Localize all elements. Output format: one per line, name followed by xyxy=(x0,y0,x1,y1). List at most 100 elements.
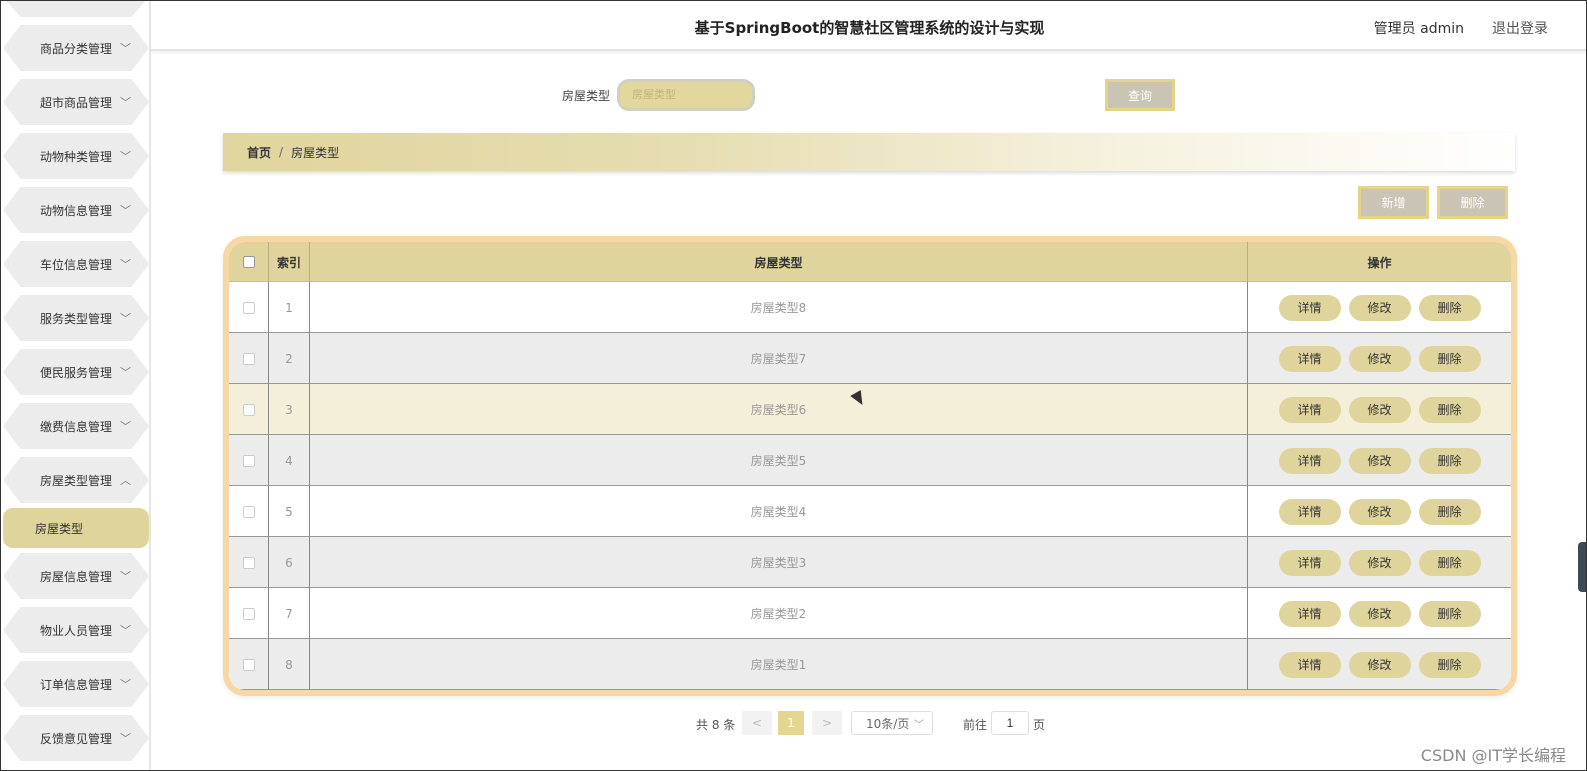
sidebar-item-label: 物业人员管理 xyxy=(39,623,112,638)
sidebar-item-payment[interactable]: 缴费信息管理 ﹀ xyxy=(3,403,149,449)
delete-button[interactable]: 删除 xyxy=(1418,600,1481,627)
side-floating-tab[interactable] xyxy=(1578,542,1586,592)
delete-button[interactable]: 删除 xyxy=(1418,498,1481,525)
detail-button[interactable]: 详情 xyxy=(1278,447,1341,474)
detail-button[interactable]: 详情 xyxy=(1278,549,1341,576)
edit-button[interactable]: 修改 xyxy=(1348,294,1411,321)
sidebar-item-goods-category[interactable]: 商品分类管理 ﹀ xyxy=(3,25,149,71)
page-size-select[interactable]: 10条/页 ﹀ xyxy=(851,711,933,735)
edit-button[interactable]: 修改 xyxy=(1348,345,1411,372)
current-user: 管理员 admin xyxy=(1373,21,1464,37)
sidebar-item-house-info[interactable]: 房屋信息管理 ﹀ xyxy=(3,553,149,599)
page-title: 基于SpringBoot的智慧社区管理系统的设计与实现 xyxy=(694,19,1045,37)
row-operations: 详情 修改 删除 xyxy=(1248,333,1511,384)
next-page-button[interactable]: > xyxy=(812,711,842,735)
edit-button[interactable]: 修改 xyxy=(1348,600,1411,627)
delete-button[interactable]: 删除 xyxy=(1418,549,1481,576)
sidebar-item-market-goods[interactable]: 超市商品管理 ﹀ xyxy=(3,79,149,125)
edit-button[interactable]: 修改 xyxy=(1348,549,1411,576)
query-button[interactable]: 查询 xyxy=(1105,79,1175,111)
house-type-search-input[interactable] xyxy=(617,79,755,111)
add-button[interactable]: 新增 xyxy=(1358,186,1429,219)
row-index: 5 xyxy=(269,486,310,537)
chevron-down-icon: ﹀ xyxy=(120,678,131,691)
detail-button[interactable]: 详情 xyxy=(1278,498,1341,525)
sidebar-item-staff[interactable]: 物业人员管理 ﹀ xyxy=(3,607,149,653)
page-number-current[interactable]: 1 xyxy=(778,711,804,735)
row-operations: 详情 修改 删除 xyxy=(1248,486,1511,537)
edit-button[interactable]: 修改 xyxy=(1348,651,1411,678)
chevron-down-icon: ﹀ xyxy=(120,204,131,217)
sidebar-item-service-type[interactable]: 服务类型管理 ﹀ xyxy=(3,295,149,341)
delete-button[interactable]: 删除 xyxy=(1418,294,1481,321)
row-checkbox[interactable] xyxy=(242,658,255,671)
delete-button[interactable]: 删除 xyxy=(1418,396,1481,423)
row-house-type: 房屋类型2 xyxy=(310,588,1248,639)
sidebar-item-label: 动物信息管理 xyxy=(39,203,112,218)
header-select-all[interactable] xyxy=(229,242,269,282)
row-checkbox-cell[interactable] xyxy=(229,639,269,690)
row-checkbox-cell[interactable] xyxy=(229,384,269,435)
detail-button[interactable]: 详情 xyxy=(1278,345,1341,372)
row-operations: 详情 修改 删除 xyxy=(1248,282,1511,333)
row-checkbox-cell[interactable] xyxy=(229,588,269,639)
edit-button[interactable]: 修改 xyxy=(1348,447,1411,474)
sidebar-top-edge xyxy=(3,1,149,17)
delete-button[interactable]: 删除 xyxy=(1418,651,1481,678)
chevron-down-icon: ﹀ xyxy=(914,720,924,731)
chevron-down-icon: ﹀ xyxy=(120,42,131,55)
sidebar-item-orders[interactable]: 订单信息管理 ﹀ xyxy=(3,661,149,707)
logout-link[interactable]: 退出登录 xyxy=(1492,18,1548,38)
chevron-down-icon: ﹀ xyxy=(120,312,131,325)
row-checkbox-cell[interactable] xyxy=(229,537,269,588)
row-checkbox[interactable] xyxy=(242,607,255,620)
row-house-type: 房屋类型4 xyxy=(310,486,1248,537)
row-operations: 详情 修改 删除 xyxy=(1248,588,1511,639)
delete-button[interactable]: 删除 xyxy=(1418,345,1481,372)
row-checkbox[interactable] xyxy=(242,403,255,416)
table-row: 4 房屋类型5 详情 修改 删除 xyxy=(229,435,1511,486)
row-house-type: 房屋类型6 xyxy=(310,384,1248,435)
table-row: 6 房屋类型3 详情 修改 删除 xyxy=(229,537,1511,588)
sidebar-item-label: 超市商品管理 xyxy=(39,95,112,110)
sidebar-item-parking[interactable]: 车位信息管理 ﹀ xyxy=(3,241,149,287)
pagination: 共 8 条 < 1 > 10条/页 ﹀ 前往 页 xyxy=(1,711,1586,735)
row-checkbox[interactable] xyxy=(242,454,255,467)
table-row: 3 房屋类型6 详情 修改 删除 xyxy=(229,384,1511,435)
row-checkbox-cell[interactable] xyxy=(229,333,269,384)
row-checkbox-cell[interactable] xyxy=(229,282,269,333)
detail-button[interactable]: 详情 xyxy=(1278,600,1341,627)
row-index: 6 xyxy=(269,537,310,588)
sidebar-subitem-house-type[interactable]: 房屋类型 xyxy=(3,508,149,548)
detail-button[interactable]: 详情 xyxy=(1278,294,1341,321)
row-checkbox[interactable] xyxy=(242,301,255,314)
row-house-type: 房屋类型8 xyxy=(310,282,1248,333)
row-checkbox[interactable] xyxy=(242,556,255,569)
sidebar-item-animal-species[interactable]: 动物种类管理 ﹀ xyxy=(3,133,149,179)
table-row: 5 房屋类型4 详情 修改 删除 xyxy=(229,486,1511,537)
row-index: 3 xyxy=(269,384,310,435)
sidebar-item-animal-info[interactable]: 动物信息管理 ﹀ xyxy=(3,187,149,233)
sidebar-item-label: 动物种类管理 xyxy=(39,149,112,164)
select-all-checkbox[interactable] xyxy=(242,256,255,268)
row-index: 4 xyxy=(269,435,310,486)
chevron-up-icon: ︿ xyxy=(120,474,131,487)
row-checkbox[interactable] xyxy=(242,352,255,365)
row-checkbox-cell[interactable] xyxy=(229,435,269,486)
detail-button[interactable]: 详情 xyxy=(1278,651,1341,678)
row-index: 2 xyxy=(269,333,310,384)
top-header: 基于SpringBoot的智慧社区管理系统的设计与实现 管理员 admin 退出… xyxy=(151,1,1586,51)
edit-button[interactable]: 修改 xyxy=(1348,396,1411,423)
edit-button[interactable]: 修改 xyxy=(1348,498,1411,525)
detail-button[interactable]: 详情 xyxy=(1278,396,1341,423)
breadcrumb-home[interactable]: 首页 xyxy=(247,144,271,161)
row-checkbox[interactable] xyxy=(242,505,255,518)
goto-page-input[interactable] xyxy=(991,711,1029,735)
row-checkbox-cell[interactable] xyxy=(229,486,269,537)
batch-delete-button[interactable]: 删除 xyxy=(1437,186,1508,219)
delete-button[interactable]: 删除 xyxy=(1418,447,1481,474)
prev-page-button[interactable]: < xyxy=(742,711,772,735)
sidebar-item-convenience[interactable]: 便民服务管理 ﹀ xyxy=(3,349,149,395)
sidebar-subitem-label: 房屋类型 xyxy=(35,521,84,536)
sidebar-item-house-type[interactable]: 房屋类型管理 ︿ xyxy=(3,457,149,503)
